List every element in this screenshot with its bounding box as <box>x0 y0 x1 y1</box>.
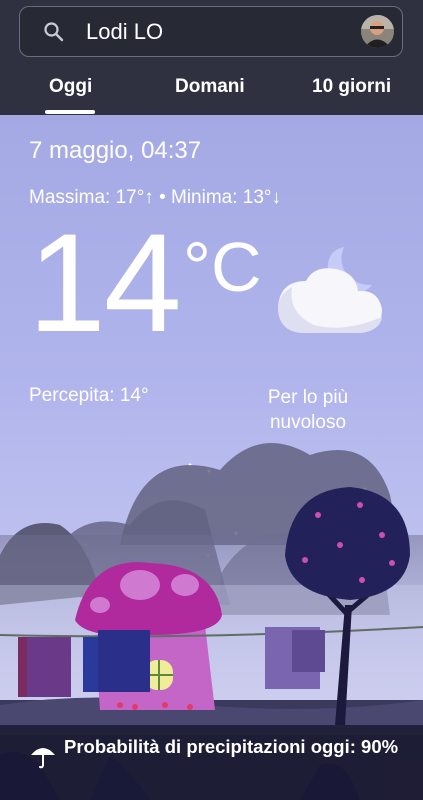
tab-10-days[interactable]: 10 giorni <box>312 76 391 98</box>
avatar[interactable] <box>361 15 394 48</box>
tab-tomorrow[interactable]: Domani <box>175 76 245 98</box>
tab-bar: Oggi Domani 10 giorni <box>0 66 423 115</box>
temperature-unit: °C <box>183 228 262 306</box>
search-bar[interactable]: Lodi LO <box>19 6 403 57</box>
precipitation-text: Probabilità di precipitazioni oggi: 90% <box>64 736 399 757</box>
weather-condition: Per lo più nuvoloso <box>267 387 349 433</box>
avatar-image <box>361 15 394 48</box>
search-query[interactable]: Lodi LO <box>86 19 163 45</box>
moon-cloud-icon <box>278 247 382 333</box>
search-icon[interactable] <box>42 20 66 44</box>
feels-like: Percepita: 14° <box>29 385 149 406</box>
umbrella-icon <box>31 748 55 769</box>
weather-panel: 7 maggio, 04:37 Massima: 17°↑ • Minima: … <box>0 115 423 800</box>
tab-today[interactable]: Oggi <box>49 76 92 98</box>
current-temperature: 14 <box>28 204 182 361</box>
top-bar: Lodi LO Oggi Domani 10 giorni <box>0 0 423 115</box>
active-tab-indicator <box>45 110 95 114</box>
date-time: 7 maggio, 04:37 <box>29 137 202 164</box>
precipitation-banner: Probabilità di precipitazioni oggi: 90% <box>0 725 423 800</box>
